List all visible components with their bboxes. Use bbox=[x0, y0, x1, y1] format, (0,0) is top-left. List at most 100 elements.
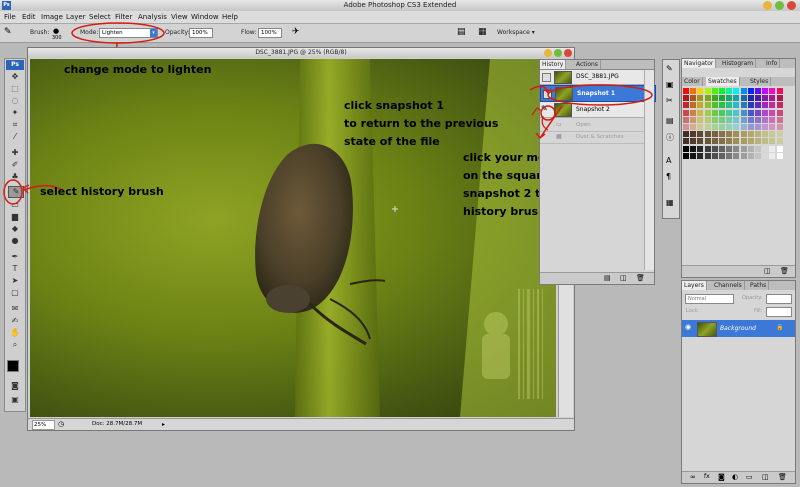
color-swatch[interactable] bbox=[740, 102, 747, 109]
layer-opacity-field[interactable] bbox=[766, 294, 792, 304]
color-swatch[interactable] bbox=[762, 124, 769, 130]
color-swatch[interactable] bbox=[711, 124, 718, 130]
color-swatch[interactable] bbox=[683, 109, 689, 116]
color-swatch[interactable] bbox=[711, 152, 718, 159]
color-swatch[interactable] bbox=[704, 88, 711, 94]
tab-channels[interactable]: Channels bbox=[712, 281, 745, 290]
color-swatch[interactable] bbox=[755, 145, 761, 152]
menu-file[interactable]: File bbox=[4, 11, 16, 23]
color-swatch[interactable] bbox=[776, 131, 783, 138]
color-swatch[interactable] bbox=[711, 145, 718, 152]
delete-state-icon[interactable]: 🗑 bbox=[636, 274, 645, 282]
color-swatch[interactable] bbox=[747, 88, 754, 94]
color-swatch[interactable] bbox=[776, 109, 783, 116]
color-swatch[interactable] bbox=[704, 138, 711, 145]
color-swatch[interactable] bbox=[697, 124, 704, 130]
color-swatch[interactable] bbox=[769, 88, 776, 94]
color-swatch[interactable] bbox=[683, 102, 689, 109]
healing-brush-tool-icon[interactable]: ✚ bbox=[8, 148, 22, 158]
color-swatch[interactable] bbox=[697, 138, 704, 145]
path-select-tool-icon[interactable]: ➤ bbox=[8, 276, 22, 286]
maximize-button[interactable] bbox=[775, 1, 784, 10]
color-swatch[interactable] bbox=[740, 88, 747, 94]
color-swatch[interactable] bbox=[733, 88, 740, 94]
color-swatch[interactable] bbox=[719, 152, 725, 159]
color-swatch[interactable] bbox=[690, 116, 697, 123]
color-swatch[interactable] bbox=[755, 116, 761, 123]
color-swatch[interactable] bbox=[740, 124, 747, 130]
color-swatch[interactable] bbox=[747, 145, 754, 152]
color-swatch[interactable] bbox=[755, 152, 761, 159]
color-swatch[interactable] bbox=[690, 95, 697, 102]
tab-color[interactable]: Color bbox=[682, 77, 703, 86]
menu-help[interactable]: Help bbox=[222, 11, 238, 23]
color-swatch[interactable] bbox=[719, 131, 725, 138]
color-swatch[interactable] bbox=[747, 131, 754, 138]
color-swatch[interactable] bbox=[711, 131, 718, 138]
color-swatch[interactable] bbox=[711, 116, 718, 123]
color-swatch[interactable] bbox=[747, 95, 754, 102]
color-swatch[interactable] bbox=[776, 116, 783, 123]
color-swatch[interactable] bbox=[704, 145, 711, 152]
doc-minimize-button[interactable] bbox=[544, 49, 552, 57]
color-swatch[interactable] bbox=[755, 102, 761, 109]
color-swatch[interactable] bbox=[747, 102, 754, 109]
shape-tool-icon[interactable]: ▢ bbox=[8, 288, 22, 298]
color-swatch[interactable] bbox=[683, 95, 689, 102]
color-swatch[interactable] bbox=[683, 116, 689, 123]
color-swatch[interactable] bbox=[719, 109, 725, 116]
color-swatch[interactable] bbox=[762, 95, 769, 102]
color-swatch[interactable] bbox=[762, 102, 769, 109]
new-document-from-state-icon[interactable]: ▤ bbox=[604, 274, 611, 282]
color-swatch[interactable] bbox=[704, 124, 711, 130]
color-swatch[interactable] bbox=[697, 131, 704, 138]
color-swatch[interactable] bbox=[733, 95, 740, 102]
color-swatch[interactable] bbox=[726, 124, 733, 130]
color-swatch[interactable] bbox=[697, 116, 704, 123]
layer-mask-icon[interactable]: ◙ bbox=[718, 473, 725, 481]
color-swatch[interactable] bbox=[726, 102, 733, 109]
zoom-tool-icon[interactable]: ⌕ bbox=[8, 340, 22, 350]
color-swatch[interactable] bbox=[769, 102, 776, 109]
color-swatch[interactable] bbox=[697, 88, 704, 94]
layer-comps-icon[interactable]: ▤ bbox=[666, 116, 674, 125]
brush-tool-icon[interactable]: ✐ bbox=[8, 160, 22, 170]
color-swatch[interactable] bbox=[726, 145, 733, 152]
tab-info[interactable]: Info bbox=[764, 59, 781, 68]
color-swatch[interactable] bbox=[776, 138, 783, 145]
info-icon[interactable]: ⓘ bbox=[666, 132, 674, 143]
color-swatch[interactable] bbox=[776, 152, 783, 159]
color-swatch[interactable] bbox=[755, 88, 761, 94]
color-swatch[interactable] bbox=[769, 124, 776, 130]
flow-field[interactable]: 100% bbox=[258, 28, 282, 38]
notes-tool-icon[interactable]: ✉ bbox=[8, 304, 22, 314]
swatch-grid[interactable] bbox=[683, 88, 787, 188]
color-swatch[interactable] bbox=[733, 124, 740, 130]
layer-style-icon[interactable]: fx bbox=[704, 473, 710, 480]
color-swatch[interactable] bbox=[776, 145, 783, 152]
color-swatch[interactable] bbox=[719, 145, 725, 152]
layer-visibility-eye-icon[interactable]: ◉ bbox=[685, 323, 691, 331]
color-swatch[interactable] bbox=[740, 131, 747, 138]
tab-layers[interactable]: Layers bbox=[682, 281, 707, 290]
workspace-button[interactable]: Workspace ▾ bbox=[497, 28, 535, 38]
color-swatch[interactable] bbox=[733, 138, 740, 145]
color-swatch[interactable] bbox=[690, 152, 697, 159]
color-swatch[interactable] bbox=[776, 102, 783, 109]
zoom-field[interactable]: 25% bbox=[32, 420, 55, 430]
color-swatch[interactable] bbox=[747, 109, 754, 116]
color-swatch[interactable] bbox=[755, 95, 761, 102]
character-icon[interactable]: A bbox=[666, 156, 671, 165]
tab-paths[interactable]: Paths bbox=[748, 281, 770, 290]
color-swatch[interactable] bbox=[704, 102, 711, 109]
color-swatch[interactable] bbox=[690, 88, 697, 94]
color-swatch[interactable] bbox=[704, 116, 711, 123]
color-swatch[interactable] bbox=[747, 152, 754, 159]
color-swatch[interactable] bbox=[719, 124, 725, 130]
history-brush-tool-icon[interactable]: ✎ bbox=[4, 27, 12, 37]
color-swatch[interactable] bbox=[726, 95, 733, 102]
color-swatch[interactable] bbox=[719, 138, 725, 145]
tab-actions[interactable]: Actions bbox=[574, 60, 601, 69]
color-swatch[interactable] bbox=[683, 152, 689, 159]
color-swatch[interactable] bbox=[733, 116, 740, 123]
